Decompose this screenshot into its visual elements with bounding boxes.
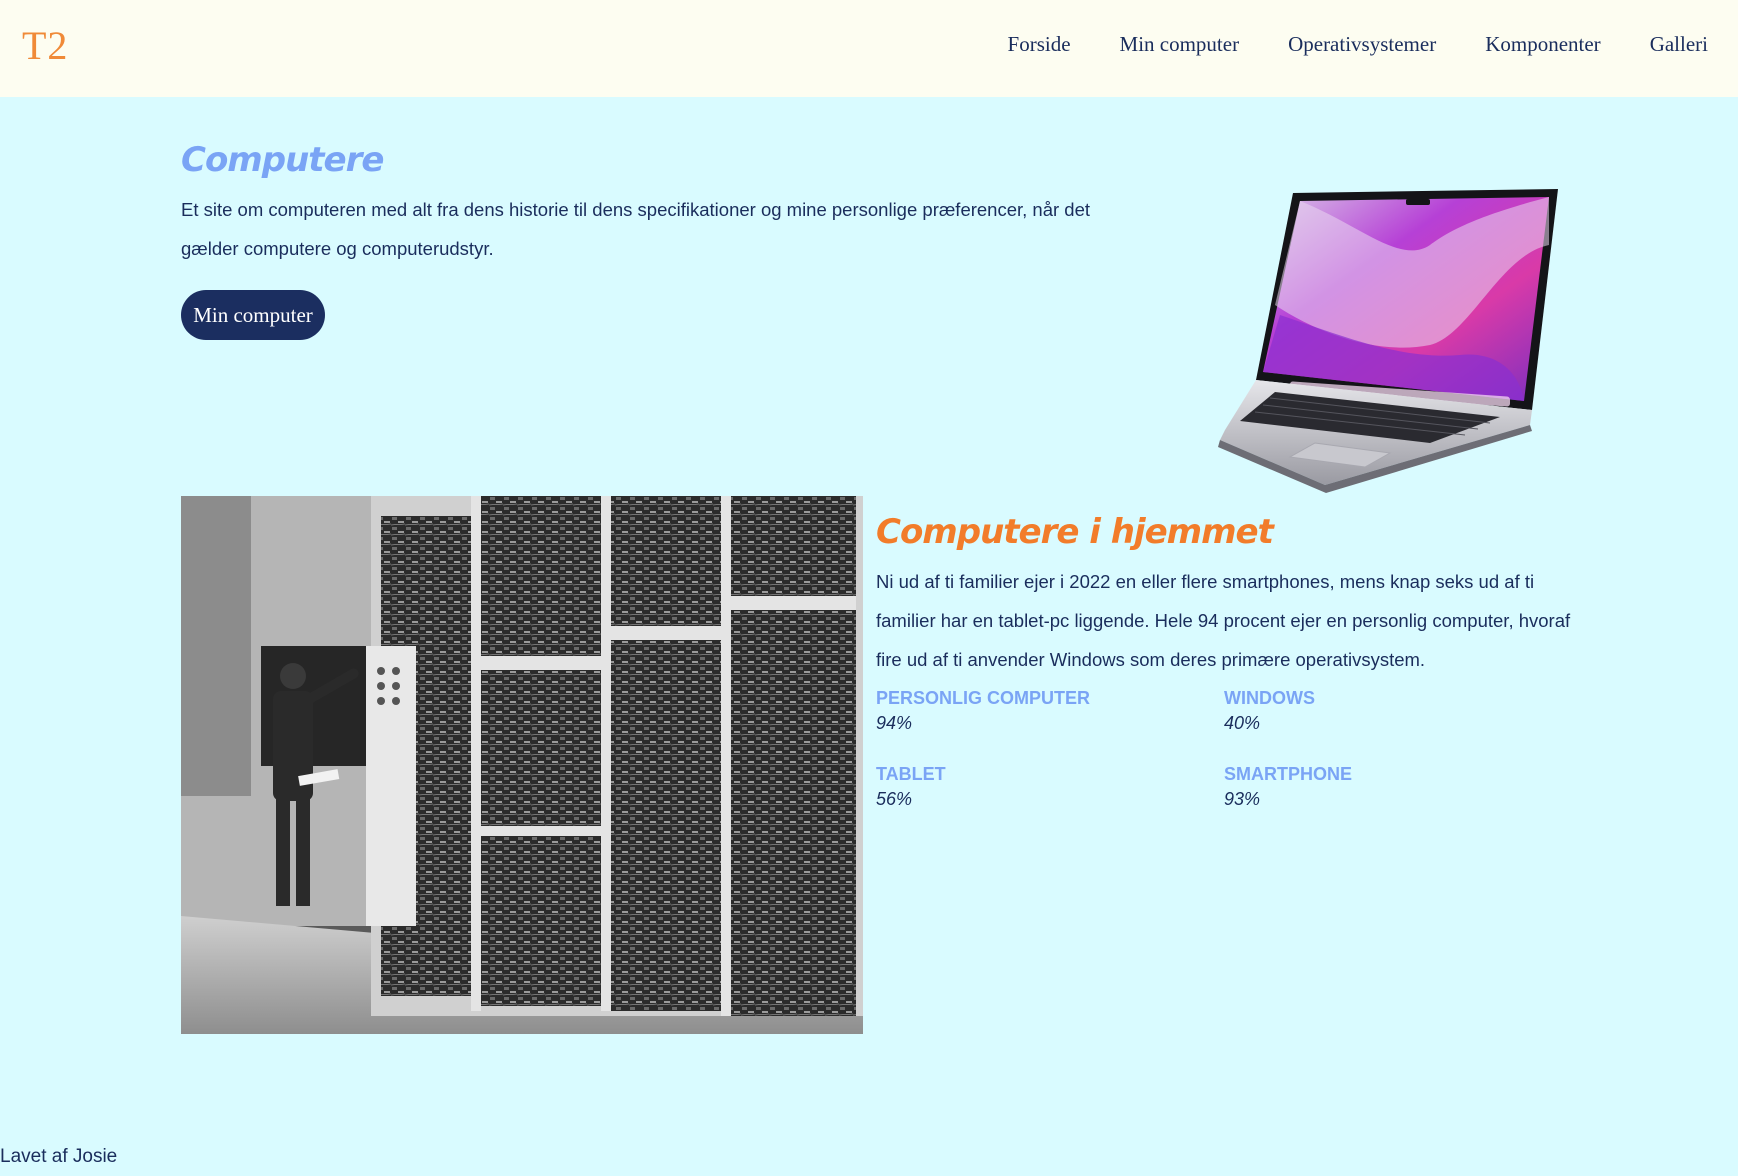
hero-description: Et site om computeren med alt fra dens h… [181,199,1091,259]
hero-title: Computere [181,140,384,180]
stat-label: WINDOWS [1224,688,1315,708]
stat-label: SMARTPHONE [1224,764,1353,784]
stat-personlig-computer: PERSONLIG COMPUTER 94% [876,685,1224,735]
stat-value: 94% [876,713,913,733]
laptop-image [1218,189,1558,493]
stat-value: 93% [1224,789,1261,809]
nav-galleri[interactable]: Galleri [1650,32,1708,57]
section-title: Computere i hjemmet [876,512,1274,552]
historic-computer-photo [181,496,863,1034]
stat-label: PERSONLIG COMPUTER [876,688,1091,708]
stats-grid: PERSONLIG COMPUTER 94% WINDOWS 40% TABLE… [876,685,1576,811]
nav-min-computer[interactable]: Min computer [1120,32,1240,57]
nav-komponenter[interactable]: Komponenter [1485,32,1600,57]
stat-value: 56% [876,789,913,809]
stat-tablet: TABLET 56% [876,761,1224,811]
stat-label: TABLET [876,764,946,784]
stat-windows: WINDOWS 40% [1224,685,1572,735]
stat-smartphone: SMARTPHONE 93% [1224,761,1572,811]
footer-credit: Lavet af Josie [0,1146,118,1167]
stat-value: 40% [1224,713,1261,733]
nav-operativsystemer[interactable]: Operativsystemer [1288,32,1436,57]
site-header: T2 Forside Min computer Operativsystemer… [0,0,1738,97]
site-logo[interactable]: T2 [22,22,68,69]
main-nav: Forside Min computer Operativsystemer Ko… [1008,32,1708,57]
nav-forside[interactable]: Forside [1008,32,1071,57]
min-computer-button[interactable]: Min computer [181,290,325,340]
section-description: Ni ud af ti familier ejer i 2022 en elle… [876,571,1571,670]
